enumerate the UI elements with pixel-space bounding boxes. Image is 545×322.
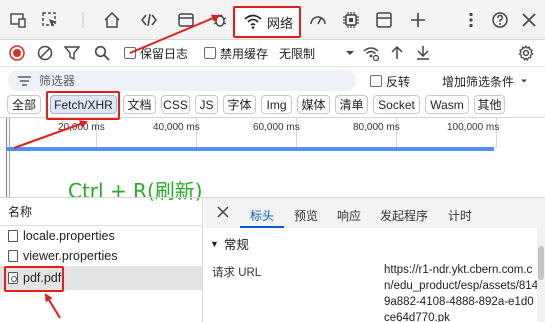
checkbox-box[interactable] [124, 47, 136, 59]
help-icon[interactable] [490, 10, 510, 30]
waterfall-bar [6, 147, 494, 151]
request-url-label: 请求 URL [212, 267, 262, 279]
disable-cache-label: 禁用缓存 [220, 46, 269, 61]
preserve-log-checkbox[interactable]: 保留日志 [124, 44, 188, 62]
file-name: locale.properties [23, 229, 115, 243]
requests-pane: 名称 locale.properties viewer.properties p… [0, 197, 545, 322]
timeline-tick: 20,000 ms [58, 122, 105, 133]
divider [73, 10, 93, 30]
highlight-box-fetch-xhr [46, 91, 120, 120]
network-toolbar: 保留日志 禁用缓存 无限制 [0, 40, 545, 67]
tab-initiator[interactable]: 发起程序 [380, 207, 428, 224]
throttling-select[interactable]: 无限制 [279, 44, 315, 62]
active-tab-indicator [240, 226, 284, 228]
general-section-header[interactable]: ▼ 常规 [210, 234, 249, 253]
checkbox-box[interactable] [204, 47, 216, 59]
name-column-header[interactable]: 名称 [0, 198, 202, 226]
export-har-icon[interactable] [415, 44, 431, 62]
preserve-log-label: 保留日志 [140, 46, 189, 61]
more-filters-label: 增加筛选条件 [442, 74, 515, 89]
type-filter-socket[interactable]: Socket [373, 95, 420, 114]
scrollbar-thumb[interactable] [538, 246, 544, 280]
performance-gauge-icon[interactable] [308, 10, 328, 30]
tab-preview[interactable]: 预览 [294, 207, 318, 224]
file-icon [8, 230, 18, 242]
tab-timing[interactable]: 计时 [448, 207, 472, 224]
highlight-box-pdf-file [4, 266, 64, 292]
sources-code-icon[interactable] [139, 10, 159, 30]
file-icon [8, 250, 18, 262]
import-har-icon[interactable] [389, 44, 405, 62]
detail-tab-strip: 标头 预览 响应 发起程序 计时 [204, 198, 545, 228]
layers-window-icon[interactable] [374, 10, 394, 30]
device-toggle-icon[interactable] [8, 10, 28, 30]
type-filter-js[interactable]: JS [195, 95, 218, 114]
invert-checkbox[interactable]: 反转 [370, 72, 410, 90]
section-title: 常规 [223, 238, 249, 252]
chevron-down-icon [521, 79, 528, 83]
file-name: viewer.properties [23, 249, 118, 263]
waterfall-overview[interactable]: 20,000 ms 40,000 ms 60,000 ms 80,000 ms … [0, 117, 545, 203]
checkbox-box[interactable] [370, 75, 382, 87]
request-detail-panel: 标头 预览 响应 发起程序 计时 ▼ 常规 请求 URL https://r1-… [204, 198, 545, 322]
settings-gear-icon[interactable] [518, 44, 534, 62]
timeline-tick: 80,000 ms [353, 122, 400, 133]
close-icon[interactable] [216, 205, 230, 219]
filter-lines-icon [18, 75, 31, 86]
inspect-icon[interactable] [40, 10, 60, 30]
application-icon[interactable] [176, 10, 196, 30]
filter-placeholder: 筛选器 [39, 74, 76, 88]
search-icon[interactable] [94, 44, 110, 62]
network-conditions-icon[interactable] [363, 44, 379, 62]
chevron-down-icon[interactable] [342, 44, 358, 62]
throttling-value: 无限制 [279, 46, 316, 61]
filter-input[interactable]: 筛选器 [8, 70, 356, 91]
home-icon[interactable] [102, 10, 122, 30]
type-filter-img[interactable]: Img [261, 95, 292, 114]
type-filter-media[interactable]: 媒体 [297, 95, 330, 114]
scrollbar[interactable] [537, 228, 545, 322]
type-filter-all[interactable]: 全部 [7, 95, 41, 114]
more-icon[interactable] [461, 10, 481, 30]
invert-label: 反转 [386, 74, 411, 89]
disable-cache-checkbox[interactable]: 禁用缓存 [204, 44, 268, 62]
list-item[interactable]: viewer.properties [0, 246, 202, 266]
request-url-value: https://r1-ndr.ykt.cbern.com.cn/edu_prod… [384, 264, 539, 322]
type-filter-doc[interactable]: 文档 [123, 95, 156, 114]
type-filter-other[interactable]: 其他 [474, 95, 505, 114]
record-icon[interactable] [9, 44, 25, 62]
collapse-triangle-icon: ▼ [210, 238, 219, 249]
list-item[interactable]: locale.properties [0, 226, 202, 246]
filter-funnel-icon[interactable] [64, 44, 80, 62]
filter-row: 筛选器 反转 增加筛选条件 [0, 67, 545, 94]
dom-content-loaded-line [9, 118, 10, 198]
clear-icon[interactable] [37, 44, 53, 62]
tab-response[interactable]: 响应 [337, 207, 361, 224]
debug-bug-icon[interactable] [210, 10, 230, 30]
timeline-tick: 60,000 ms [253, 122, 300, 133]
add-icon[interactable] [408, 10, 428, 30]
type-filter-css[interactable]: CSS [161, 95, 190, 114]
more-filters-dropdown[interactable]: 增加筛选条件 [442, 72, 530, 90]
load-event-line [6, 118, 7, 198]
request-list: 名称 locale.properties viewer.properties p… [0, 198, 203, 322]
tab-headers[interactable]: 标头 [250, 207, 274, 224]
type-filter-font[interactable]: 字体 [223, 95, 256, 114]
memory-chip-icon[interactable] [341, 10, 361, 30]
highlight-box-network-tab [233, 6, 301, 38]
timeline-tick: 100,000 ms [447, 122, 500, 133]
type-filter-wasm[interactable]: Wasm [425, 95, 469, 114]
type-filter-manifest[interactable]: 清单 [335, 95, 368, 114]
close-icon[interactable] [519, 10, 539, 30]
timeline-tick: 40,000 ms [153, 122, 200, 133]
